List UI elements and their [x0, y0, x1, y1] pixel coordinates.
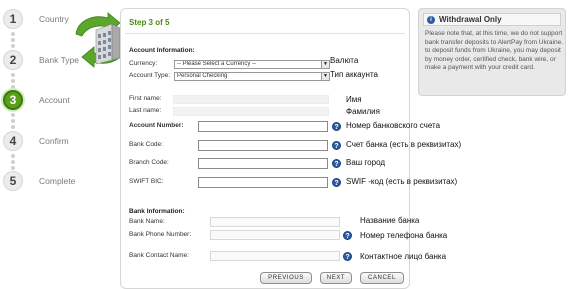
info-box-title: Withdrawal Only — [439, 15, 502, 24]
step-title: Step 3 of 5 — [129, 18, 170, 27]
next-button[interactable]: NEXT — [320, 272, 352, 284]
step-label: Complete — [39, 176, 76, 186]
step-label: Country — [39, 14, 69, 24]
last-name-label: Last name: — [129, 107, 162, 114]
account-number-input[interactable] — [198, 121, 328, 132]
first-name-label: First name: — [129, 95, 162, 102]
info-box-header: i Withdrawal Only — [423, 13, 561, 26]
bank-name-annotation: Название банка — [360, 216, 420, 225]
branch-code-input[interactable] — [198, 158, 328, 169]
step-number: 2 — [3, 50, 23, 70]
account-type-select[interactable]: Personal Checking ▼ — [174, 72, 330, 81]
withdrawal-info-box: i Withdrawal Only Please note that, at t… — [418, 8, 566, 96]
help-icon[interactable]: ? — [332, 178, 341, 187]
account-type-label: Account Type: — [129, 72, 171, 79]
help-icon[interactable]: ? — [332, 122, 341, 131]
account-number-label: Account Number: — [129, 122, 184, 129]
bank-name-input[interactable] — [210, 217, 340, 227]
info-icon: i — [427, 16, 435, 24]
last-name-annotation: Фамилия — [346, 107, 380, 116]
chevron-down-icon[interactable]: ▼ — [321, 61, 329, 68]
bank-contact-input[interactable] — [210, 251, 340, 261]
step-connector — [11, 113, 15, 131]
currency-select-value: -- Please Select a Currency -- — [177, 61, 257, 67]
first-name-annotation: Имя — [346, 95, 362, 104]
step-label: Confirm — [39, 136, 69, 146]
help-icon[interactable]: ? — [343, 231, 352, 240]
step-number: 5 — [3, 171, 23, 191]
bank-code-input[interactable] — [198, 140, 328, 151]
bank-name-label: Bank Name: — [129, 218, 165, 225]
step-account: 3 Account — [3, 90, 70, 110]
step-confirm: 4 Confirm — [3, 131, 69, 151]
help-icon[interactable]: ? — [343, 252, 352, 261]
account-type-select-value: Personal Checking — [177, 73, 228, 79]
swift-annotation: SWIF -код (есть в реквизитах) — [346, 177, 458, 186]
bank-code-annotation: Счет банка (есть в реквизитах) — [346, 140, 462, 149]
swift-input[interactable] — [198, 177, 328, 188]
step-complete: 5 Complete — [3, 171, 75, 191]
step-connector — [11, 73, 15, 91]
account-number-annotation: Номер банковского счета — [346, 121, 441, 130]
bank-code-label: Bank Code: — [129, 141, 163, 148]
help-icon[interactable]: ? — [332, 141, 341, 150]
bank-phone-input[interactable] — [210, 230, 340, 240]
currency-label: Currency: — [129, 60, 158, 67]
bank-contact-annotation: Контактное лицо банка — [360, 252, 447, 261]
branch-code-annotation: Ваш город — [346, 158, 386, 167]
currency-annotation: Валюта — [330, 56, 359, 65]
bank-phone-annotation: Номер телефона банка — [360, 231, 448, 240]
step-number: 4 — [3, 131, 23, 151]
step-number: 1 — [3, 9, 23, 29]
chevron-down-icon[interactable]: ▼ — [321, 73, 329, 80]
step-number: 3 — [3, 90, 23, 110]
step-connector — [11, 154, 15, 172]
first-name-field — [173, 95, 329, 104]
cancel-button[interactable]: CANCEL — [360, 272, 404, 284]
step-country: 1 Country — [3, 9, 69, 29]
swift-label: SWIFT BIC: — [129, 178, 164, 185]
branch-code-label: Branch Code: — [129, 159, 169, 166]
previous-button[interactable]: PREVIOUS — [260, 272, 312, 284]
bank-phone-label: Bank Phone Number: — [129, 231, 192, 238]
info-box-text: Please note that, at this time, we do no… — [425, 30, 564, 72]
help-icon[interactable]: ? — [332, 159, 341, 168]
bank-info-heading: Bank Information: — [129, 208, 185, 215]
step-bank-type: 2 Bank Type — [3, 50, 79, 70]
currency-select[interactable]: -- Please Select a Currency -- ▼ — [174, 60, 330, 69]
bank-contact-label: Bank Contact Name: — [129, 252, 189, 259]
last-name-field — [173, 107, 329, 116]
step-connector — [11, 32, 15, 50]
divider — [125, 33, 405, 34]
account-info-heading: Account Information: — [129, 47, 195, 54]
account-type-annotation: Тип аккаунта — [330, 70, 378, 79]
step-label: Account — [39, 95, 70, 105]
